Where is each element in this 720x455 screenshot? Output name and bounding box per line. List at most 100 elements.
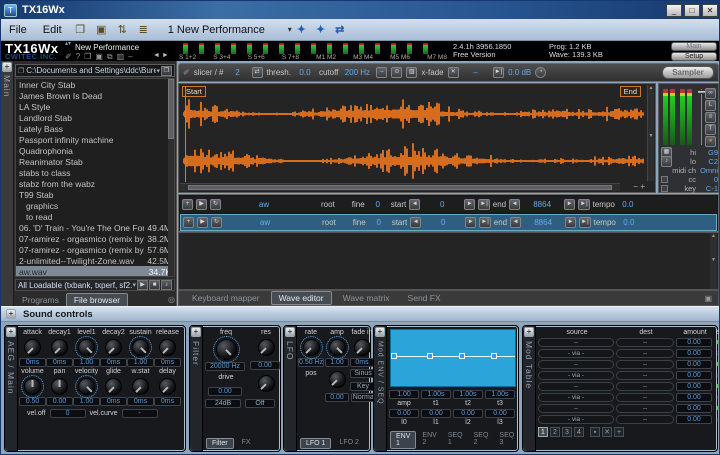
release-value[interactable]: 0ms: [154, 358, 181, 367]
import-icon[interactable]: ⇅: [114, 23, 131, 36]
slice-apply-button[interactable]: ⇄: [252, 67, 263, 78]
add-slice-icon[interactable]: +: [182, 199, 193, 210]
decay2-knob[interactable]: [105, 339, 122, 356]
file-list-item[interactable]: T99 Stab: [16, 189, 174, 200]
mod-dest-select[interactable]: --: [616, 360, 674, 369]
mod-curve-icon[interactable]: ✳: [714, 372, 720, 380]
loop-mode-button[interactable]: ∞: [705, 88, 716, 99]
mod-source-select[interactable]: --: [538, 404, 614, 413]
tempo-value[interactable]: 0.0: [619, 218, 639, 227]
mod-amount-value[interactable]: 0.00: [676, 371, 712, 380]
lfo-rate-knob[interactable]: [303, 339, 320, 356]
slicer-count[interactable]: 2: [228, 68, 248, 77]
envelope-handle[interactable]: [459, 353, 465, 359]
slice-row-selected[interactable]: + ▶ ↻ aw root fine 0 start ◄ 0 ► ►| end …: [180, 214, 717, 231]
slice-name[interactable]: aw: [224, 200, 304, 209]
group-icon[interactable]: ≣: [135, 23, 152, 36]
file-list-item[interactable]: Lately Bass: [16, 123, 174, 134]
end-value[interactable]: 8864: [524, 218, 562, 227]
tab-seq2[interactable]: SEQ 2: [469, 431, 494, 449]
envelope-handle[interactable]: [427, 353, 433, 359]
file-filter-select[interactable]: All Loadable (txbank, txperf, sf2...): [18, 281, 132, 290]
path-dropdown-icon[interactable]: ▾: [156, 67, 160, 75]
file-list-item[interactable]: Passport infinity machine: [16, 134, 174, 145]
filter-mode-select[interactable]: Off: [245, 399, 275, 408]
mod-dest-select[interactable]: --: [616, 371, 674, 380]
filter-res-knob[interactable]: [258, 339, 275, 356]
record-button[interactable]: ●: [705, 136, 716, 147]
key-value[interactable]: C-1: [698, 184, 718, 193]
lfo-pos-knob[interactable]: [329, 371, 346, 388]
path-browse-button[interactable]: ❐: [161, 66, 172, 76]
file-list-item[interactable]: graphics: [16, 200, 174, 211]
file-list-item[interactable]: stabz from the wabz: [16, 178, 174, 189]
open-folder-icon[interactable]: ❐: [72, 23, 89, 36]
gain-value[interactable]: 0.0 dB: [508, 68, 531, 77]
expand-mod-table-icon[interactable]: +: [524, 327, 534, 337]
file-list-item[interactable]: 06. 'D' Train - You're The One For Me49.…: [16, 222, 174, 233]
wave-vertical-scrollbar[interactable]: ▲▼: [647, 85, 654, 181]
mod-via-select[interactable]: - via -: [538, 349, 614, 358]
detach-icon[interactable]: ▣: [704, 294, 712, 303]
mod-add-button[interactable]: +: [614, 427, 624, 437]
next-icon[interactable]: ►: [162, 52, 169, 59]
main-button[interactable]: Main: [671, 42, 717, 51]
velocity-value[interactable]: 1.00: [73, 397, 100, 406]
expand-lfo-icon[interactable]: +: [285, 327, 295, 337]
mod-source-select[interactable]: --: [538, 338, 614, 347]
filter-slope-select[interactable]: 24dB: [205, 399, 241, 408]
env-l1-value[interactable]: 0.00: [421, 409, 451, 418]
mod-curve-icon[interactable]: ✳: [714, 350, 720, 358]
expand-env-icon[interactable]: +: [375, 327, 385, 337]
filter-drive-value[interactable]: 0.00: [208, 387, 242, 396]
mod-clear-button[interactable]: ✕: [602, 427, 612, 437]
mod-enable-icon[interactable]: ►: [714, 405, 720, 412]
file-list-item[interactable]: to read: [16, 211, 174, 222]
expand-main-icon[interactable]: +: [2, 62, 12, 72]
end-back-icon[interactable]: ◄: [509, 199, 520, 210]
fine-value[interactable]: 0: [369, 218, 389, 227]
mod-amount-value[interactable]: 0.00: [676, 382, 712, 391]
zoom-out-icon[interactable]: −: [633, 182, 638, 191]
close-button[interactable]: ✕: [702, 4, 718, 17]
tempo-value[interactable]: 0.0: [618, 200, 638, 209]
env-l3-value[interactable]: 0.00: [485, 409, 515, 418]
performance-selector[interactable]: 1 New Performance: [168, 24, 288, 36]
tab-file-browser[interactable]: File browser: [66, 293, 128, 307]
prev-icon[interactable]: ◄: [153, 52, 160, 59]
waveform-left-channel[interactable]: [183, 92, 645, 136]
file-list-item[interactable]: 07-ramirez - orgasmico (remix by57.6M: [16, 244, 174, 255]
root-label[interactable]: root: [322, 218, 336, 227]
pan-value[interactable]: 0.00: [46, 397, 73, 406]
end-value[interactable]: 8864: [523, 200, 561, 209]
env-amp-value[interactable]: 1.00: [389, 390, 419, 399]
file-list-item[interactable]: Landlord Stab: [16, 112, 174, 123]
start-back-icon[interactable]: ◄: [409, 199, 420, 210]
mod-enable-icon[interactable]: ►: [714, 361, 720, 368]
lfo-fade-value[interactable]: 0ms: [350, 358, 374, 367]
prev-performance-icon[interactable]: ✦: [297, 23, 306, 36]
delay-value[interactable]: 0ms: [154, 397, 181, 406]
minimize-button[interactable]: _: [666, 4, 682, 17]
play-slice-icon[interactable]: ▶: [196, 199, 207, 210]
volume-knob[interactable]: [24, 378, 41, 395]
file-list-scrollbar[interactable]: [168, 79, 174, 276]
file-list-item[interactable]: 2-unlimited--Twilight-Zone.wav42.5M: [16, 255, 174, 266]
lfo-rate-value[interactable]: 0.50 Hz: [298, 358, 324, 367]
env-l2-value[interactable]: 0.00: [453, 409, 483, 418]
start-fwd-icon[interactable]: ►: [465, 217, 476, 228]
attack-knob[interactable]: [24, 339, 41, 356]
end-fwd-icon[interactable]: ►: [565, 217, 576, 228]
mod-page-2[interactable]: 2: [550, 427, 560, 437]
lfo-amp-value[interactable]: 1.00: [325, 358, 349, 367]
file-list-item[interactable]: Inner City Stab: [16, 79, 174, 90]
mod-solo-button[interactable]: ▪: [590, 427, 600, 437]
link-button[interactable]: ⊙: [391, 67, 402, 78]
mod-amount-value[interactable]: 0.00: [676, 404, 712, 413]
mod-dest-select[interactable]: --: [616, 415, 674, 424]
search-icon[interactable]: ◎: [168, 295, 175, 304]
tab-keyboard-mapper[interactable]: Keyboard mapper: [185, 292, 267, 304]
mod-curve-icon[interactable]: ✳: [714, 394, 720, 402]
start-value[interactable]: 0: [424, 218, 462, 227]
start-value[interactable]: 0: [423, 200, 461, 209]
